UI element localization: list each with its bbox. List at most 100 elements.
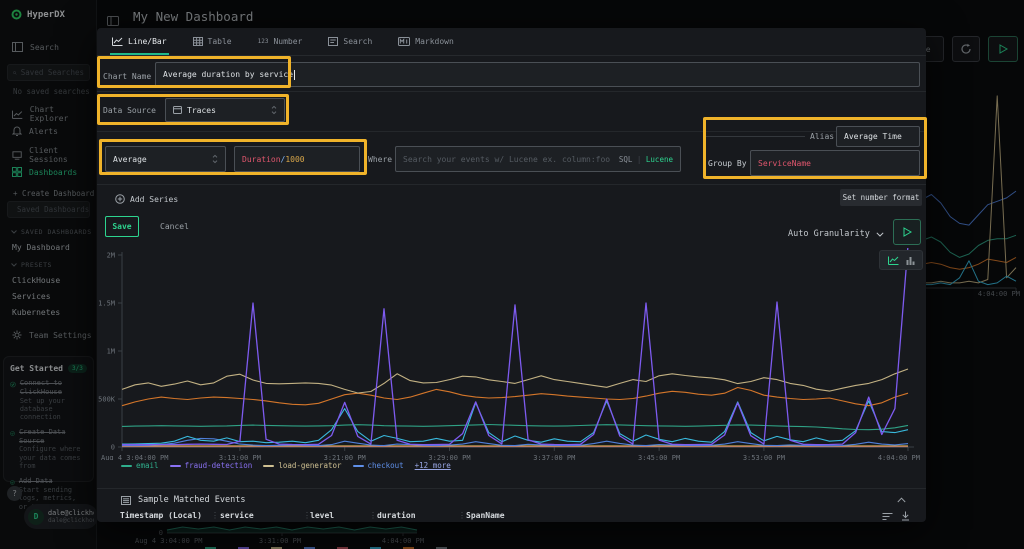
sample-events-header[interactable]: Sample Matched Events (97, 490, 926, 510)
play-icon (903, 227, 912, 237)
legend-dash (353, 465, 364, 467)
set-number-format-label: Set number format (843, 193, 920, 202)
legend-dash (170, 465, 181, 467)
step-desc: Configure where your data comes from (19, 445, 87, 470)
column-separator: ⋮ (458, 511, 466, 520)
legend-label: checkout (368, 461, 404, 470)
get-started-step[interactable]: Connect to ClickHouse Set up your databa… (10, 379, 87, 422)
svg-text:0: 0 (111, 444, 115, 452)
svg-text:3:21:00 PM: 3:21:00 PM (324, 454, 366, 460)
save-button[interactable]: Save (105, 216, 139, 237)
alias-label: Alias (810, 130, 834, 143)
add-series-button[interactable]: Add Series (115, 190, 178, 208)
sidebar-item-chart-explorer[interactable]: Chart Explorer (12, 105, 96, 123)
select-chevrons-icon (212, 154, 218, 164)
legend-item-email[interactable]: email (121, 461, 159, 470)
svg-text:1M: 1M (107, 348, 115, 356)
data-source-label: Data Source (103, 98, 156, 122)
legend-label: email (136, 461, 159, 470)
series-unlabeled-orange (122, 388, 908, 406)
sidebar-item-clickhouse[interactable]: ClickHouse (12, 276, 60, 285)
sidebar-item-client-sessions[interactable]: Client Sessions (12, 146, 96, 164)
set-number-format-button[interactable]: Set number format (840, 189, 922, 206)
sql-option[interactable]: SQL (619, 155, 633, 164)
column-settings-icon[interactable] (882, 512, 893, 521)
field-token: Duration (242, 155, 281, 164)
granularity-value: Auto Granularity (788, 229, 870, 239)
aggregation-value: Average (113, 155, 212, 164)
duration-by-service-line-chart[interactable]: 2M1.5M1M500K0Aug 4 3:04:00 PM3:13:00 PM3… (97, 248, 926, 460)
granularity-select[interactable]: Auto Granularity (788, 224, 884, 244)
tab-number[interactable]: 123 Number (258, 28, 303, 55)
chart-legend: email fraud-detection load-generator che… (121, 461, 451, 470)
tab-line-bar[interactable]: Line/Bar (112, 28, 167, 55)
gear-icon (12, 330, 22, 340)
divider (97, 91, 926, 92)
tab-markdown[interactable]: Markdown (398, 28, 454, 55)
saved-dashboards-placeholder: Saved Dashboards (17, 205, 89, 214)
svg-text:4:04:00 PM: 4:04:00 PM (382, 537, 424, 545)
sidebar-item-dashboards[interactable]: Dashboards (12, 167, 77, 177)
alias-rule (705, 136, 805, 137)
where-search-input[interactable]: Search your events w/ Lucene ex. column:… (395, 146, 681, 172)
language-toggle[interactable]: SQL | Lucene (619, 155, 673, 164)
legend-item-load-generator[interactable]: load-generator (263, 461, 341, 470)
text-cursor (294, 70, 295, 80)
divider (97, 184, 926, 185)
create-dashboard-link[interactable]: + Create Dashboard (13, 189, 94, 198)
avatar: D (28, 509, 44, 525)
play-icon (999, 44, 1008, 54)
add-series-label: Add Series (130, 195, 178, 204)
sidebar-item-services[interactable]: Services (12, 292, 51, 301)
line-view-icon[interactable] (888, 256, 899, 265)
number-token: 1000 (285, 155, 304, 164)
brand-name: HyperDX (27, 10, 65, 20)
chart-name-value: Average duration by service (163, 70, 293, 79)
search-doc-icon (328, 37, 338, 46)
sidebar-item-team-settings[interactable]: Team Settings (12, 330, 92, 340)
sidebar-item-kubernetes[interactable]: Kubernetes (12, 308, 60, 317)
table-icon (193, 37, 203, 46)
brand[interactable]: HyperDX (11, 9, 65, 20)
sidebar-item-search[interactable]: Search (12, 42, 59, 52)
saved-dashboards-section[interactable]: SAVED DASHBOARDS (11, 228, 92, 236)
tab-table[interactable]: Table (193, 28, 232, 55)
lucene-option[interactable]: Lucene (646, 155, 673, 164)
tab-search[interactable]: Search (328, 28, 372, 55)
select-chevrons-icon (271, 105, 277, 115)
legend-more-link[interactable]: +12 more (415, 461, 451, 470)
user-menu[interactable]: D dale@clickhouse.c dale@clickhouse.com'… (24, 504, 98, 529)
cancel-button[interactable]: Cancel (160, 216, 189, 237)
column-header-spanname[interactable]: SpanName (466, 511, 505, 520)
get-started-title: Get Started (10, 364, 63, 373)
sidebar-item-my-dashboard[interactable]: My Dashboard (12, 243, 70, 252)
help-button[interactable]: ? (7, 486, 22, 501)
legend-item-fraud-detection[interactable]: fraud-detection (170, 461, 253, 470)
run-chart-button[interactable] (893, 219, 921, 245)
alias-input[interactable]: Average Time (836, 126, 920, 147)
group-by-input[interactable]: ServiceName (750, 150, 920, 176)
field-expression-input[interactable]: Duration/1000 (234, 146, 360, 172)
presets-section[interactable]: PRESETS (11, 261, 52, 269)
chart-name-input[interactable]: Average duration by service (155, 62, 920, 87)
sidebar-item-label: Team Settings (29, 331, 92, 340)
magnifier-icon (13, 69, 17, 77)
chevron-down-icon (876, 232, 884, 237)
bg-series-green (922, 235, 1016, 257)
bell-icon (12, 126, 22, 136)
bar-view-icon[interactable] (906, 256, 915, 265)
check-circle-icon (10, 428, 15, 439)
collapse-chevron-icon[interactable] (897, 497, 906, 503)
column-header-service[interactable]: service (220, 511, 254, 520)
get-started-step[interactable]: Create Data Source Configure where your … (10, 428, 87, 471)
column-header-timestamp[interactable]: Timestamp (Local) (120, 511, 202, 520)
download-icon[interactable] (901, 511, 910, 521)
column-header-duration[interactable]: duration (377, 511, 416, 520)
saved-dashboards-input[interactable]: Saved Dashboards (7, 201, 90, 218)
sidebar-item-alerts[interactable]: Alerts (12, 126, 58, 136)
aggregation-select[interactable]: Average (105, 146, 226, 172)
column-header-level[interactable]: level (310, 511, 334, 520)
saved-searches-input[interactable]: Saved Searches (7, 64, 90, 81)
data-source-select[interactable]: Traces (165, 98, 285, 122)
legend-item-checkout[interactable]: checkout (353, 461, 404, 470)
